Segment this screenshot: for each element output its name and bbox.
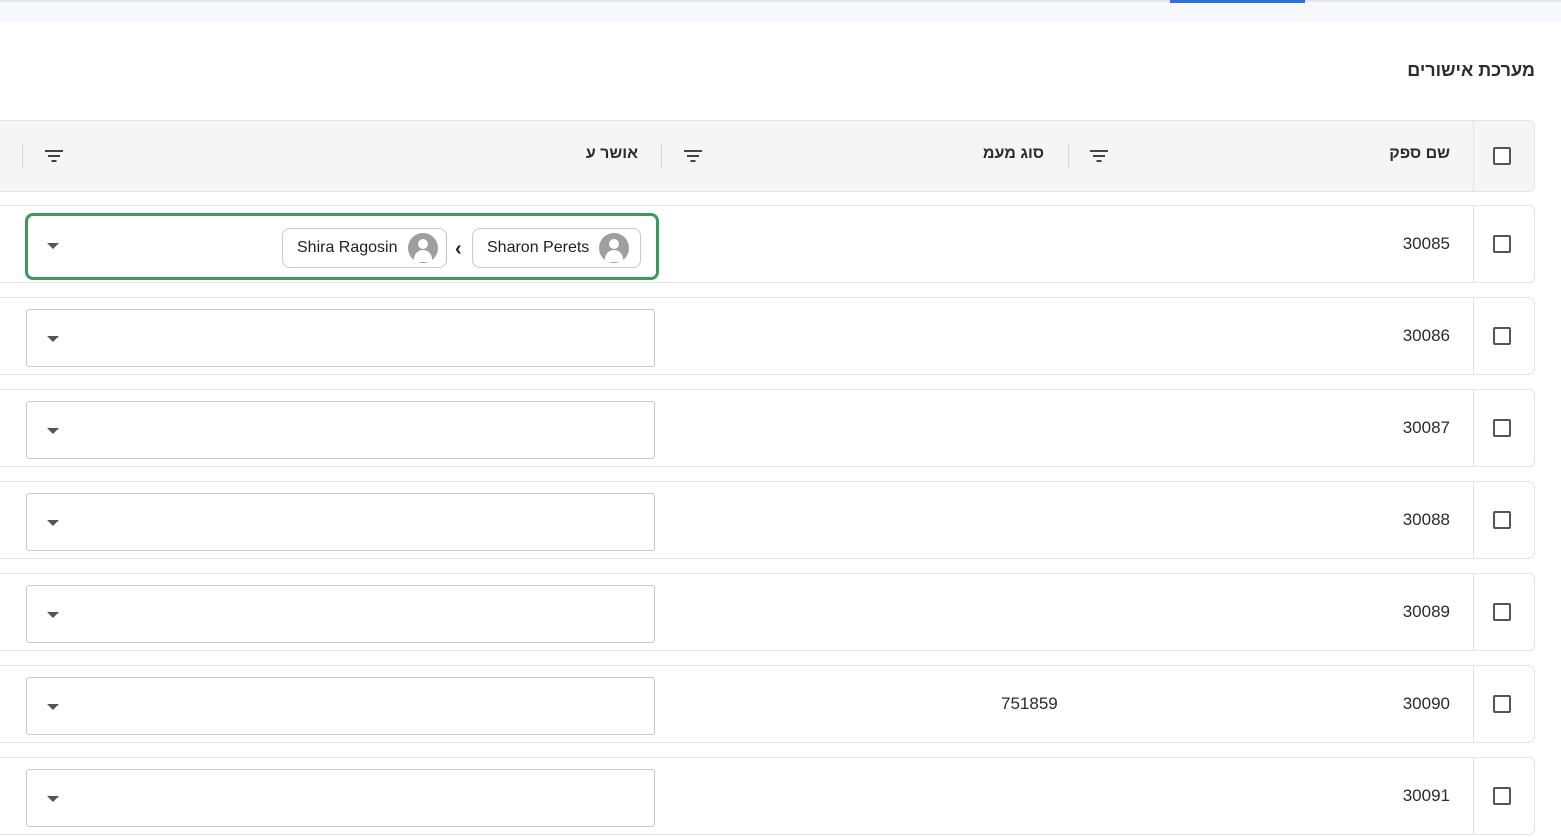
column-divider — [1473, 390, 1474, 466]
column-divider — [1473, 206, 1474, 282]
caret-down-icon[interactable] — [47, 704, 59, 710]
row-checkbox[interactable] — [1493, 603, 1511, 621]
column-divider — [1473, 298, 1474, 374]
person-avatar-icon — [599, 233, 630, 263]
table-row[interactable]: 30088 — [0, 481, 1535, 559]
column-separator[interactable] — [661, 144, 662, 168]
caret-down-icon[interactable] — [47, 796, 59, 802]
approvers-dropdown[interactable] — [26, 309, 655, 367]
approvers-dropdown[interactable] — [26, 677, 655, 735]
column-divider — [1473, 482, 1474, 558]
top-tab-strip — [0, 0, 1561, 22]
filter-icon[interactable] — [1089, 147, 1109, 165]
table-row[interactable]: 30087 — [0, 389, 1535, 467]
person-avatar-icon — [407, 233, 438, 263]
caret-down-icon[interactable] — [47, 336, 59, 342]
table-row[interactable]: 30085 Shira Ragosin ‹ Sharon Perets — [0, 205, 1535, 283]
active-tab-indicator — [1170, 0, 1305, 3]
approvers-dropdown[interactable] — [26, 493, 655, 551]
filter-icon[interactable] — [44, 147, 64, 165]
approver-chip[interactable]: Shira Ragosin — [282, 228, 447, 268]
supplier-id: 30085 — [1402, 234, 1450, 253]
supplier-id: 30091 — [1402, 786, 1450, 805]
row-checkbox[interactable] — [1493, 787, 1511, 805]
chevron-left-icon: ‹ — [455, 238, 462, 260]
caret-down-icon[interactable] — [47, 428, 59, 434]
approver-name: Shira Ragosin — [297, 239, 398, 256]
row-checkbox[interactable] — [1493, 235, 1511, 253]
table-row[interactable]: 30091 — [0, 757, 1535, 835]
approvers-dropdown[interactable] — [26, 585, 655, 643]
column-header-approved-by[interactable]: אושר ע — [586, 145, 638, 163]
select-all-checkbox[interactable] — [1493, 147, 1511, 165]
approvers-dropdown[interactable]: Shira Ragosin ‹ Sharon Perets — [25, 213, 659, 280]
caret-down-icon[interactable] — [47, 612, 59, 618]
supplier-id: 30089 — [1402, 602, 1450, 621]
approver-name: Sharon Perets — [487, 239, 590, 256]
vat-type-value: 751859 — [1001, 694, 1058, 713]
caret-down-icon[interactable] — [47, 243, 59, 249]
row-checkbox[interactable] — [1493, 327, 1511, 345]
approvers-dropdown[interactable] — [26, 769, 655, 827]
row-checkbox[interactable] — [1493, 511, 1511, 529]
supplier-id: 30086 — [1402, 326, 1450, 345]
column-header-supplier-name[interactable]: שם ספק — [1389, 145, 1450, 163]
row-checkbox[interactable] — [1493, 695, 1511, 713]
table-row[interactable]: 30089 — [0, 573, 1535, 651]
column-divider — [1473, 666, 1474, 742]
table-header: שם ספק סוג מעמ אושר ע — [0, 120, 1535, 192]
caret-down-icon[interactable] — [47, 520, 59, 526]
column-divider — [1473, 758, 1474, 834]
supplier-id: 30087 — [1402, 418, 1450, 437]
filter-icon[interactable] — [683, 147, 703, 165]
table-row[interactable]: 30086 — [0, 297, 1535, 375]
row-checkbox[interactable] — [1493, 419, 1511, 437]
approver-chip[interactable]: Sharon Perets — [472, 228, 641, 268]
column-separator[interactable] — [1068, 144, 1069, 168]
column-divider — [1473, 121, 1474, 191]
page-title: מערכת אישורים — [1407, 60, 1535, 80]
column-header-vat-type[interactable]: סוג מעמ — [983, 145, 1044, 163]
approvers-dropdown[interactable] — [26, 401, 655, 459]
supplier-id: 30090 — [1402, 694, 1450, 713]
table-row[interactable]: 30090 751859 — [0, 665, 1535, 743]
supplier-id: 30088 — [1402, 510, 1450, 529]
column-divider — [1473, 574, 1474, 650]
column-separator[interactable] — [22, 144, 23, 168]
